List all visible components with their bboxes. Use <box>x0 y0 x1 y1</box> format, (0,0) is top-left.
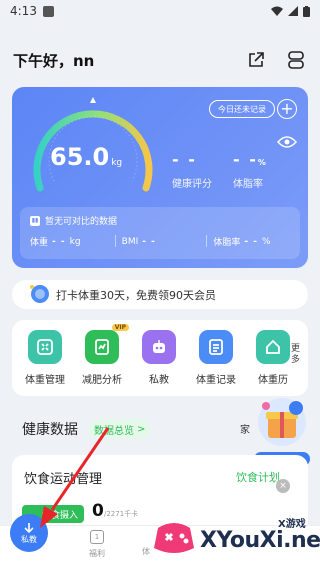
data-overview-button[interactable]: 数据总览 > <box>88 419 152 439</box>
wifi-icon <box>271 6 283 16</box>
scale-icon <box>28 330 62 364</box>
tool-weight-management[interactable]: 体重管理 <box>22 330 68 386</box>
status-time: 4:13 <box>10 4 37 18</box>
nav-welfare-tab[interactable]: 1 福利 <box>82 530 112 559</box>
weight-card[interactable]: 65.0 kg 今日还未记录 + - - 健康评分 - -% 体脂率 ▮▮ 暂无可… <box>12 87 308 268</box>
vip-badge: VIP <box>111 324 129 331</box>
compare-weight: 体重 - - kg <box>30 236 81 249</box>
tool-weight-loss-analysis[interactable]: VIP 减肥分析 <box>79 324 129 386</box>
intake-value: 0 <box>92 501 104 521</box>
welfare-icon: 1 <box>90 530 104 544</box>
compare-bmi: BMI - - <box>121 236 156 247</box>
gift-icon[interactable] <box>250 388 314 454</box>
section-title: 健康数据 <box>22 422 78 438</box>
eye-icon[interactable] <box>277 135 297 149</box>
status-bar: 4:13 <box>0 0 320 22</box>
compare-panel: ▮▮ 暂无可对比的数据 体重 - - kg BMI - - 体脂率 - -% <box>20 207 300 259</box>
chevron-right-icon: > <box>137 423 146 435</box>
record-today-button[interactable]: 今日还未记录 <box>209 100 275 118</box>
promo-banner[interactable]: 打卡体重30天，免费领90天会员 <box>12 280 308 309</box>
tool-weight-record[interactable]: 体重记录 <box>193 330 239 386</box>
compare-icon: ▮▮ <box>30 215 40 226</box>
greeting-text: 下午好，nn <box>13 51 95 70</box>
diet-plan-link[interactable]: 饮食计划 <box>236 469 280 485</box>
notification-icon <box>42 5 54 17</box>
record-icon <box>199 330 233 364</box>
watermark-logo-icon <box>154 523 194 553</box>
battery-icon <box>303 5 310 17</box>
signal-icon <box>288 6 298 16</box>
header: 下午好，nn <box>13 48 307 72</box>
add-record-button[interactable]: + <box>277 99 297 119</box>
diet-card-title: 饮食运动管理 <box>24 472 103 487</box>
status-icons <box>271 5 310 17</box>
promo-text: 打卡体重30天，免费领90天会员 <box>56 288 216 302</box>
robot-icon <box>142 330 176 364</box>
share-icon[interactable] <box>245 49 267 71</box>
device-icon[interactable] <box>285 49 307 71</box>
home-tab[interactable]: 家 <box>240 421 250 436</box>
analysis-icon: VIP <box>85 324 129 364</box>
intake-target: /2271千卡 <box>104 510 139 518</box>
tools-card: 体重管理 VIP 减肥分析 私教 体重记录 体重历 更多 <box>12 320 308 396</box>
compare-body-fat: 体脂率 - -% <box>213 236 271 249</box>
watermark-small-text: X游戏 <box>278 519 306 530</box>
nav-body-tab[interactable]: 体 <box>142 546 150 557</box>
weight-value: 65.0 kg <box>50 143 123 171</box>
coin-icon <box>30 285 49 303</box>
health-score: - - 健康评分 <box>172 150 212 190</box>
download-arrow-icon <box>24 522 34 533</box>
more-tools-button[interactable]: 更多 <box>291 344 303 366</box>
nav-coach-button[interactable]: 私教 <box>10 514 48 552</box>
watermark: XYouXi.net X游戏 <box>150 510 320 568</box>
close-icon[interactable]: × <box>276 479 290 493</box>
watermark-text: XYouXi.net <box>200 528 320 553</box>
tool-coach[interactable]: 私教 <box>136 330 182 386</box>
compare-title: ▮▮ 暂无可对比的数据 <box>30 215 118 227</box>
tool-weight-history[interactable]: 体重历 <box>250 330 296 386</box>
house-icon <box>256 330 290 364</box>
body-fat-rate: - -% 体脂率 <box>233 150 268 190</box>
